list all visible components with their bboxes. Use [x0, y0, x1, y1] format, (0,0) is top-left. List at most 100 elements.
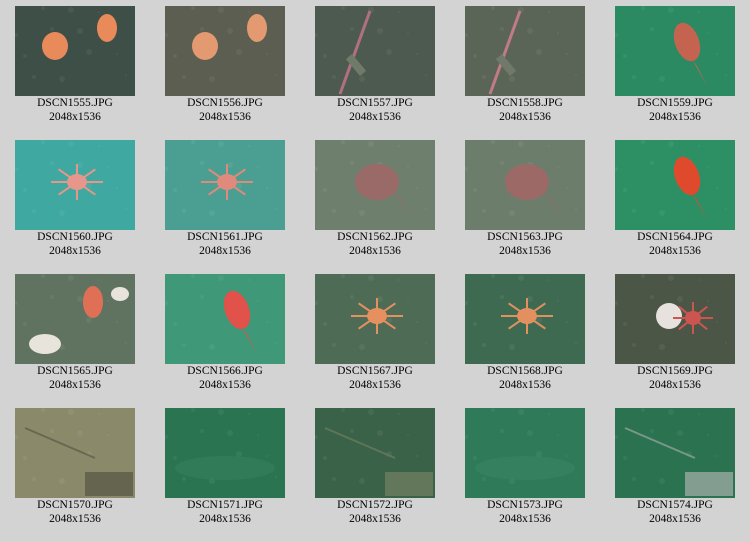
- thumbnail-image[interactable]: [465, 6, 585, 96]
- thumbnail-image[interactable]: [615, 140, 735, 230]
- sediment-speck: [536, 451, 542, 457]
- thumbnail-gallery: DSCN1555.JPG 2048x1536 DSCN1556.JPG 2048x15…: [0, 0, 750, 542]
- sediment-speck: [641, 408, 645, 412]
- thumbnail-item[interactable]: DSCN1568.JPG 2048x1536: [450, 274, 600, 392]
- thumbnail-dimensions: 2048x1536: [499, 111, 551, 123]
- thumbnail-item[interactable]: DSCN1560.JPG 2048x1536: [0, 140, 150, 258]
- thumbnail-image[interactable]: [15, 6, 135, 96]
- sediment-speck: [41, 6, 45, 10]
- sediment-speck: [566, 455, 568, 457]
- sediment-speck: [173, 456, 177, 460]
- thumbnail-image[interactable]: [465, 408, 585, 498]
- thumbnail-item[interactable]: DSCN1574.JPG 2048x1536: [600, 408, 750, 526]
- sediment-speck: [68, 275, 74, 281]
- sediment-speck: [257, 166, 259, 168]
- thumbnail-image[interactable]: [165, 408, 285, 498]
- sediment-speck: [23, 54, 27, 58]
- thumbnail-item[interactable]: DSCN1561.JPG 2048x1536: [150, 140, 300, 258]
- thumbnail-image[interactable]: [165, 274, 285, 364]
- sediment-speck: [182, 209, 186, 213]
- thumbnail-image[interactable]: [165, 6, 285, 96]
- thumbnail-image[interactable]: [165, 140, 285, 230]
- thumbnail-image[interactable]: [315, 6, 435, 96]
- sediment-speck: [398, 279, 400, 281]
- sediment-speck: [266, 53, 268, 55]
- thumbnail-item[interactable]: DSCN1555.JPG 2048x1536: [0, 6, 150, 124]
- sediment-speck: [698, 11, 700, 13]
- thumbnail-image[interactable]: [615, 274, 735, 364]
- sediment-speck: [182, 343, 186, 347]
- thumbnail-image[interactable]: [465, 274, 585, 364]
- sediment-speck: [716, 321, 718, 323]
- thumbnail-filename: DSCN1569.JPG: [637, 365, 713, 377]
- thumbnail-image[interactable]: [315, 408, 435, 498]
- sediment-speck: [557, 32, 559, 34]
- sediment-speck: [482, 343, 486, 347]
- thumbnail-item[interactable]: DSCN1564.JPG 2048x1536: [600, 140, 750, 258]
- thumbnail-filename: DSCN1574.JPG: [637, 499, 713, 511]
- sediment-speck: [218, 7, 224, 13]
- sediment-speck: [77, 28, 83, 34]
- sediment-speck: [575, 476, 577, 478]
- sediment-speck: [650, 161, 654, 165]
- sediment-speck: [398, 11, 400, 13]
- sediment-speck: [341, 140, 345, 144]
- thumbnail-dimensions: 2048x1536: [649, 513, 701, 525]
- sediment-speck: [548, 11, 550, 13]
- sediment-speck: [707, 300, 709, 302]
- sediment-speck: [677, 296, 683, 302]
- sediment-speck: [116, 53, 118, 55]
- thumbnail-item[interactable]: DSCN1571.JPG 2048x1536: [150, 408, 300, 526]
- thumbnail-image[interactable]: [315, 140, 435, 230]
- thumbnail-item[interactable]: DSCN1573.JPG 2048x1536: [450, 408, 600, 526]
- flatfish-body: [355, 164, 399, 200]
- thumbnail-image[interactable]: [615, 6, 735, 96]
- thumbnail-item[interactable]: DSCN1563.JPG 2048x1536: [450, 140, 600, 258]
- thumbnail-item[interactable]: DSCN1556.JPG 2048x1536: [150, 6, 300, 124]
- thumbnail-image[interactable]: [615, 408, 735, 498]
- thumbnail-filename: DSCN1567.JPG: [337, 365, 413, 377]
- thumbnail-image[interactable]: [15, 274, 135, 364]
- sediment-speck: [398, 145, 400, 147]
- photo-background: [615, 6, 735, 96]
- sediment-speck: [323, 188, 327, 192]
- sediment-speck: [407, 300, 409, 302]
- sediment-speck: [23, 188, 27, 192]
- sediment-speck: [86, 317, 92, 323]
- sediment-speck: [227, 430, 233, 436]
- thumbnail-item[interactable]: DSCN1562.JPG 2048x1536: [300, 140, 450, 258]
- sediment-speck: [500, 295, 504, 299]
- sediment-speck: [191, 274, 195, 278]
- anemone-shape: [42, 32, 68, 60]
- sediment-speck: [491, 408, 495, 412]
- sediment-speck: [32, 477, 36, 481]
- thumbnail-item[interactable]: DSCN1557.JPG 2048x1536: [300, 6, 450, 124]
- thumbnail-item[interactable]: DSCN1558.JPG 2048x1536: [450, 6, 600, 124]
- photo-background: [465, 408, 585, 498]
- thumbnail-image[interactable]: [315, 274, 435, 364]
- photo-background: [15, 6, 135, 96]
- sediment-speck: [266, 321, 268, 323]
- sediment-speck: [359, 478, 365, 484]
- sediment-speck: [509, 76, 515, 82]
- thumbnail-dimensions: 2048x1536: [349, 379, 401, 391]
- thumbnail-item[interactable]: DSCN1572.JPG 2048x1536: [300, 408, 450, 526]
- thumbnail-item[interactable]: DSCN1559.JPG 2048x1536: [600, 6, 750, 124]
- thumbnail-image[interactable]: [15, 140, 135, 230]
- sediment-speck: [77, 430, 83, 436]
- thumbnail-item[interactable]: DSCN1567.JPG 2048x1536: [300, 274, 450, 392]
- anemone-shape: [83, 286, 103, 318]
- sediment-speck: [716, 187, 718, 189]
- thumbnail-dimensions: 2048x1536: [499, 513, 551, 525]
- thumbnail-item[interactable]: DSCN1570.JPG 2048x1536: [0, 408, 150, 526]
- thumbnail-item[interactable]: DSCN1566.JPG 2048x1536: [150, 274, 300, 392]
- thumbnail-item[interactable]: DSCN1565.JPG 2048x1536: [0, 274, 150, 392]
- sediment-speck: [473, 456, 477, 460]
- thumbnail-item[interactable]: DSCN1569.JPG 2048x1536: [600, 274, 750, 392]
- thumbnail-image[interactable]: [465, 140, 585, 230]
- sediment-speck: [725, 208, 727, 210]
- sediment-speck: [218, 275, 224, 281]
- thumbnail-image[interactable]: [15, 408, 135, 498]
- anemone-shape: [97, 14, 117, 42]
- thumbnail-dimensions: 2048x1536: [349, 111, 401, 123]
